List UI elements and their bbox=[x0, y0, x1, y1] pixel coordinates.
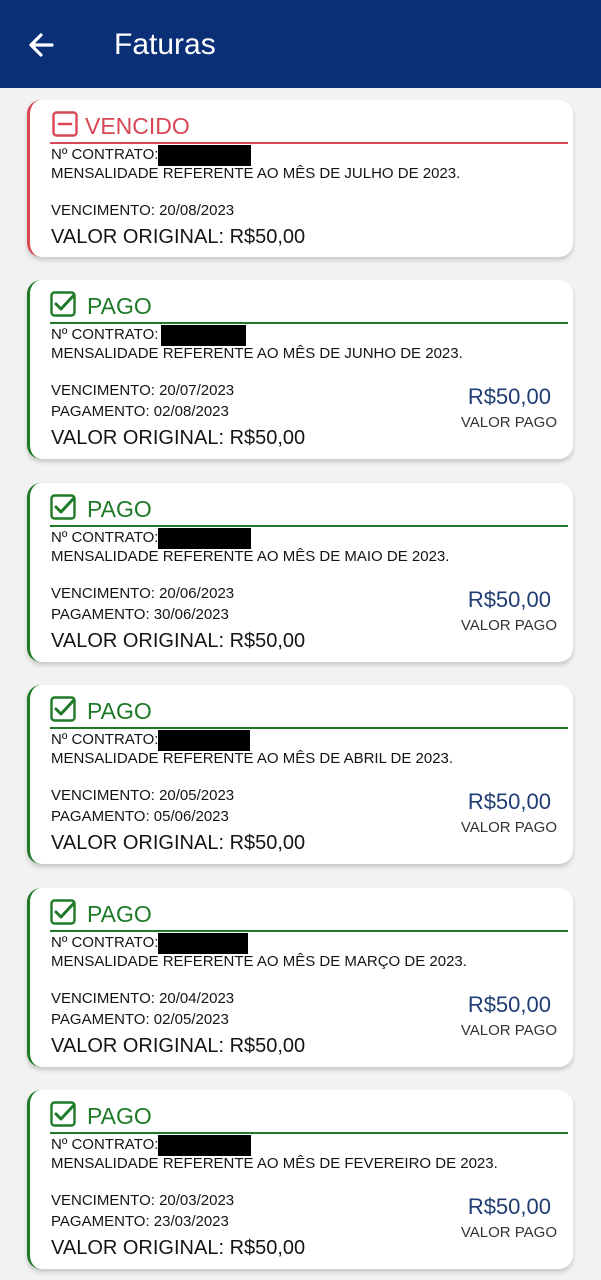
payment-date: PAGAMENTO: 30/06/2023 bbox=[51, 606, 229, 623]
status-divider bbox=[50, 727, 568, 729]
paid-amount: R$50,00 bbox=[467, 789, 551, 814]
redacted-contract-number bbox=[161, 325, 247, 346]
invoice-list: VENCIDO Nº CONTRATO: MENSALIDADE REFEREN… bbox=[0, 88, 601, 1280]
due-date: VENCIMENTO: 20/07/2023 bbox=[51, 382, 235, 399]
original-value: VALOR ORIGINAL: R$50,00 bbox=[51, 226, 306, 248]
redacted-contract-number bbox=[158, 933, 249, 954]
invoice-description: MENSALIDADE REFERENTE AO MÊS DE FEVEREIR… bbox=[51, 1155, 498, 1172]
check-square-icon bbox=[50, 494, 76, 520]
paid-label: VALOR PAGO bbox=[460, 414, 557, 431]
redacted-contract-number bbox=[158, 145, 252, 166]
paid-label: VALOR PAGO bbox=[460, 1022, 557, 1039]
contract-label: Nº CONTRATO: bbox=[51, 529, 159, 546]
invoice-card[interactable]: PAGO Nº CONTRATO: MENSALIDADE REFERENTE … bbox=[27, 685, 573, 864]
paid-label: VALOR PAGO bbox=[460, 1224, 557, 1241]
payment-date: PAGAMENTO: 05/06/2023 bbox=[51, 808, 229, 825]
status-divider bbox=[50, 142, 568, 144]
due-date: VENCIMENTO: 20/03/2023 bbox=[51, 1192, 235, 1209]
invoice-description: MENSALIDADE REFERENTE AO MÊS DE JUNHO DE… bbox=[51, 345, 463, 362]
paid-amount: R$50,00 bbox=[467, 587, 551, 612]
due-date: VENCIMENTO: 20/05/2023 bbox=[51, 787, 235, 804]
invoice-description: MENSALIDADE REFERENTE AO MÊS DE JULHO DE… bbox=[51, 165, 461, 182]
original-value: VALOR ORIGINAL: R$50,00 bbox=[51, 630, 306, 652]
status-badge: PAGO bbox=[87, 901, 152, 927]
due-date: VENCIMENTO: 20/04/2023 bbox=[51, 990, 235, 1007]
original-value: VALOR ORIGINAL: R$50,00 bbox=[51, 1035, 306, 1057]
status-row: PAGO bbox=[50, 288, 570, 320]
redacted-contract-number bbox=[158, 528, 252, 549]
contract-line: Nº CONTRATO: bbox=[51, 1135, 252, 1156]
status-row: PAGO bbox=[50, 896, 570, 928]
check-square-icon bbox=[50, 1101, 76, 1127]
due-date: VENCIMENTO: 20/08/2023 bbox=[51, 202, 235, 219]
status-divider bbox=[50, 930, 568, 932]
payment-date: PAGAMENTO: 02/08/2023 bbox=[51, 403, 229, 420]
invoice-card[interactable]: PAGO Nº CONTRATO: MENSALIDADE REFERENTE … bbox=[27, 1090, 573, 1269]
contract-label: Nº CONTRATO: bbox=[51, 146, 159, 163]
contract-line: Nº CONTRATO: bbox=[51, 528, 252, 549]
paid-amount: R$50,00 bbox=[467, 1194, 551, 1219]
invoice-card[interactable]: VENCIDO Nº CONTRATO: MENSALIDADE REFEREN… bbox=[27, 100, 573, 257]
invoice-description: MENSALIDADE REFERENTE AO MÊS DE ABRIL DE… bbox=[51, 750, 454, 767]
check-square-icon bbox=[50, 899, 76, 925]
payment-date: PAGAMENTO: 23/03/2023 bbox=[51, 1213, 229, 1230]
status-row: VENCIDO bbox=[52, 108, 572, 140]
paid-label: VALOR PAGO bbox=[460, 617, 557, 634]
status-row: PAGO bbox=[50, 491, 570, 523]
contract-label: Nº CONTRATO: bbox=[51, 934, 159, 951]
contract-label: Nº CONTRATO: bbox=[51, 326, 159, 343]
contract-line: Nº CONTRATO: bbox=[51, 933, 249, 954]
minus-square-icon bbox=[52, 111, 78, 137]
invoice-card[interactable]: PAGO Nº CONTRATO: MENSALIDADE REFERENTE … bbox=[27, 280, 573, 459]
arrow-left-icon bbox=[29, 33, 54, 57]
status-divider bbox=[50, 525, 568, 527]
contract-line: Nº CONTRATO: bbox=[51, 730, 251, 751]
back-button[interactable] bbox=[26, 30, 56, 60]
invoice-description: MENSALIDADE REFERENTE AO MÊS DE MARÇO DE… bbox=[51, 953, 467, 970]
contract-line: Nº CONTRATO: bbox=[51, 325, 247, 346]
paid-amount: R$50,00 bbox=[467, 384, 551, 409]
contract-label: Nº CONTRATO: bbox=[51, 731, 159, 748]
status-divider bbox=[50, 1132, 568, 1134]
paid-amount: R$50,00 bbox=[467, 992, 551, 1017]
due-date: VENCIMENTO: 20/06/2023 bbox=[51, 585, 235, 602]
status-badge: PAGO bbox=[87, 293, 152, 319]
contract-label: Nº CONTRATO: bbox=[51, 1136, 159, 1153]
redacted-contract-number bbox=[158, 730, 251, 751]
invoice-card[interactable]: PAGO Nº CONTRATO: MENSALIDADE REFERENTE … bbox=[27, 483, 573, 662]
original-value: VALOR ORIGINAL: R$50,00 bbox=[51, 1237, 306, 1259]
paid-label: VALOR PAGO bbox=[460, 819, 557, 836]
status-divider bbox=[50, 322, 568, 324]
status-row: PAGO bbox=[50, 693, 570, 725]
invoice-description: MENSALIDADE REFERENTE AO MÊS DE MAIO DE … bbox=[51, 548, 450, 565]
status-badge: PAGO bbox=[87, 496, 152, 522]
app-bar: Faturas bbox=[0, 0, 601, 88]
payment-date: PAGAMENTO: 02/05/2023 bbox=[51, 1011, 229, 1028]
original-value: VALOR ORIGINAL: R$50,00 bbox=[51, 832, 306, 854]
invoice-card[interactable]: PAGO Nº CONTRATO: MENSALIDADE REFERENTE … bbox=[27, 888, 573, 1067]
contract-line: Nº CONTRATO: bbox=[51, 145, 252, 166]
original-value: VALOR ORIGINAL: R$50,00 bbox=[51, 427, 306, 449]
redacted-contract-number bbox=[158, 1135, 252, 1156]
page-title: Faturas bbox=[114, 28, 216, 61]
check-square-icon bbox=[50, 696, 76, 722]
status-badge: PAGO bbox=[87, 698, 152, 724]
check-square-icon bbox=[50, 291, 76, 317]
status-row: PAGO bbox=[50, 1098, 570, 1130]
status-badge: PAGO bbox=[87, 1103, 152, 1129]
status-badge: VENCIDO bbox=[85, 113, 190, 139]
